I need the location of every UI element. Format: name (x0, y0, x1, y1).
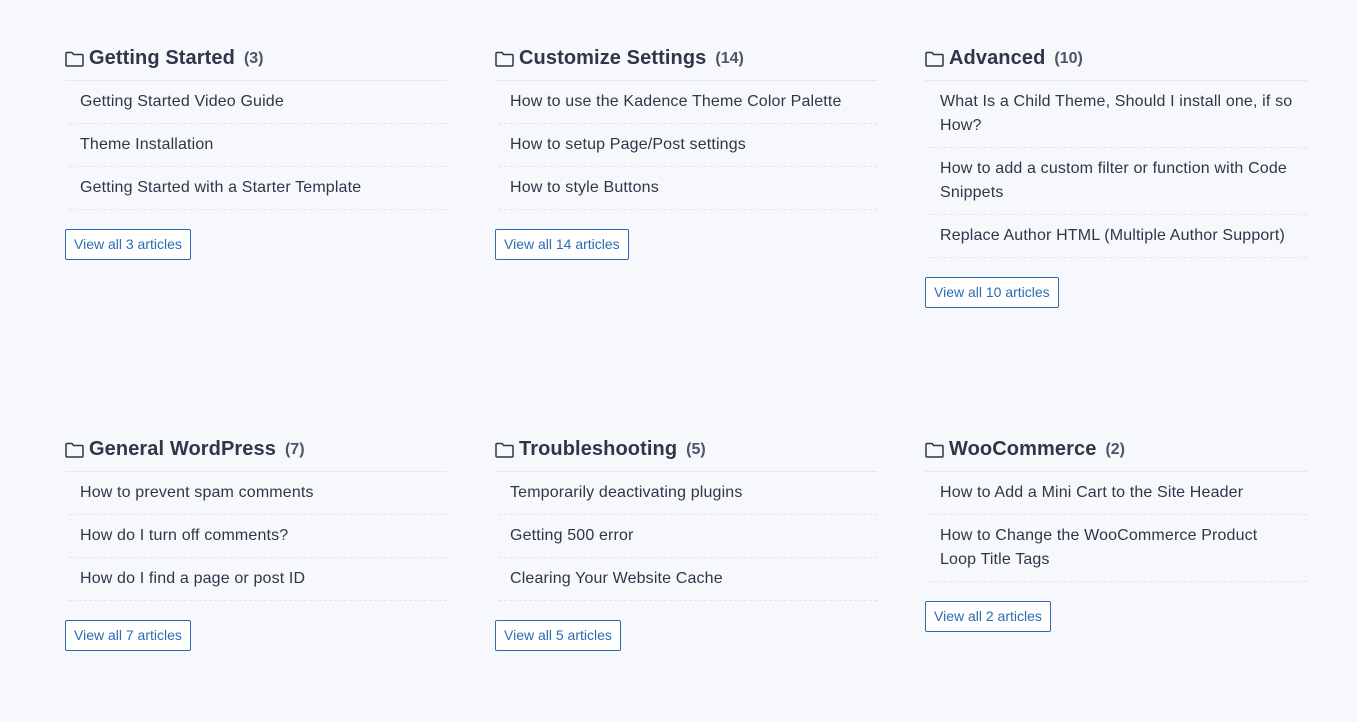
category-header: WooCommerce (2) (925, 430, 1307, 472)
folder-icon (65, 442, 84, 458)
category-title[interactable]: General WordPress (89, 438, 276, 461)
article-count: (14) (715, 49, 744, 67)
category-title[interactable]: Getting Started (89, 47, 235, 70)
article-link[interactable]: How to prevent spam comments (69, 472, 447, 515)
article-list: How to use the Kadence Theme Color Palet… (499, 81, 877, 210)
article-link[interactable]: What Is a Child Theme, Should I install … (929, 81, 1307, 148)
category-general-wordpress: General WordPress (7) How to prevent spa… (65, 430, 447, 651)
category-title[interactable]: Troubleshooting (519, 438, 677, 461)
article-link[interactable]: Getting 500 error (499, 515, 877, 558)
article-count: (5) (686, 440, 706, 458)
view-all-button[interactable]: View all 14 articles (495, 229, 629, 260)
category-header: Customize Settings (14) (495, 39, 877, 81)
article-list: What Is a Child Theme, Should I install … (929, 81, 1307, 258)
folder-icon (65, 51, 84, 67)
article-link[interactable]: Getting Started Video Guide (69, 81, 447, 124)
category-title[interactable]: WooCommerce (949, 438, 1096, 461)
article-count: (2) (1105, 440, 1125, 458)
view-all-button[interactable]: View all 7 articles (65, 620, 191, 651)
article-link[interactable]: Clearing Your Website Cache (499, 558, 877, 601)
category-getting-started: Getting Started (3) Getting Started Vide… (65, 39, 447, 260)
folder-icon (495, 51, 514, 67)
article-link[interactable]: How do I find a page or post ID (69, 558, 447, 601)
article-list: Getting Started Video Guide Theme Instal… (69, 81, 447, 210)
folder-icon (925, 442, 944, 458)
article-link[interactable]: Getting Started with a Starter Template (69, 167, 447, 210)
article-link[interactable]: How to use the Kadence Theme Color Palet… (499, 81, 877, 124)
article-list: How to prevent spam comments How do I tu… (69, 472, 447, 601)
article-list: Temporarily deactivating plugins Getting… (499, 472, 877, 601)
category-title[interactable]: Advanced (949, 47, 1045, 70)
article-link[interactable]: Theme Installation (69, 124, 447, 167)
article-link[interactable]: Replace Author HTML (Multiple Author Sup… (929, 215, 1307, 258)
article-link[interactable]: How to Add a Mini Cart to the Site Heade… (929, 472, 1307, 515)
article-link[interactable]: How to setup Page/Post settings (499, 124, 877, 167)
category-header: Advanced (10) (925, 39, 1307, 81)
category-customize-settings: Customize Settings (14) How to use the K… (495, 39, 877, 260)
category-advanced: Advanced (10) What Is a Child Theme, Sho… (925, 39, 1307, 308)
folder-icon (925, 51, 944, 67)
article-link[interactable]: Temporarily deactivating plugins (499, 472, 877, 515)
category-header: Troubleshooting (5) (495, 430, 877, 472)
category-header: General WordPress (7) (65, 430, 447, 472)
category-header: Getting Started (3) (65, 39, 447, 81)
article-link[interactable]: How to style Buttons (499, 167, 877, 210)
folder-icon (495, 442, 514, 458)
category-woocommerce: WooCommerce (2) How to Add a Mini Cart t… (925, 430, 1307, 632)
article-link[interactable]: How to Change the WooCommerce Product Lo… (929, 515, 1307, 582)
article-count: (7) (284, 440, 305, 458)
article-count: (3) (243, 49, 264, 67)
category-title[interactable]: Customize Settings (519, 47, 706, 70)
article-link[interactable]: How to add a custom filter or function w… (929, 148, 1307, 215)
category-troubleshooting: Troubleshooting (5) Temporarily deactiva… (495, 430, 877, 651)
view-all-button[interactable]: View all 5 articles (495, 620, 621, 651)
article-link[interactable]: How do I turn off comments? (69, 515, 447, 558)
view-all-button[interactable]: View all 3 articles (65, 229, 191, 260)
article-count: (10) (1054, 49, 1083, 67)
view-all-button[interactable]: View all 10 articles (925, 277, 1059, 308)
view-all-button[interactable]: View all 2 articles (925, 601, 1051, 632)
article-list: How to Add a Mini Cart to the Site Heade… (929, 472, 1307, 582)
